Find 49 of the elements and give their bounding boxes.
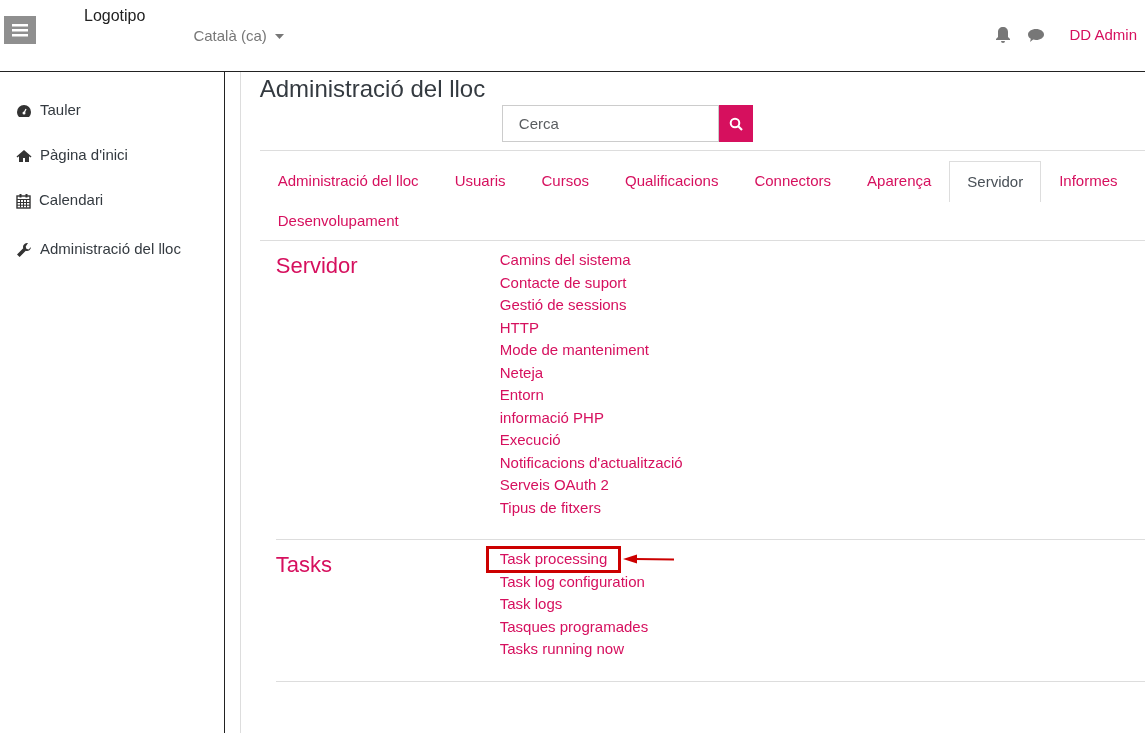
tab[interactable]: Desenvolupament [259, 200, 417, 241]
caret-icon [274, 33, 284, 39]
calendar-icon [16, 192, 31, 209]
sidebar-item[interactable]: Calendari [0, 178, 224, 223]
search-icon [728, 116, 743, 131]
sidebar-item[interactable]: Tauler [0, 88, 224, 133]
tab[interactable]: Cursos [523, 161, 607, 201]
tab[interactable]: Administració del lloc [259, 161, 437, 201]
search-field[interactable]: Cerca [501, 105, 719, 143]
tab[interactable]: Qualificacions [607, 161, 737, 201]
search-button[interactable] [718, 105, 753, 143]
menu-icon [12, 23, 28, 37]
admin-link[interactable]: Tipus de fitxers [499, 496, 601, 520]
admin-link[interactable]: Contacte de suport [499, 271, 627, 295]
page-title: Administració del lloc [259, 76, 487, 102]
logo-text[interactable]: Logotipo [84, 4, 146, 28]
admin-link[interactable]: Task logs [499, 593, 563, 616]
admin-link[interactable]: informació PHP [499, 406, 604, 430]
chat-icon[interactable] [1027, 27, 1046, 44]
home-icon [16, 148, 32, 163]
admin-link[interactable]: Neteja [499, 361, 544, 385]
tab[interactable]: Connectors [736, 161, 850, 201]
admin-link[interactable]: Mode de manteniment [499, 339, 649, 362]
bell-icon[interactable] [995, 26, 1012, 45]
admin-link[interactable]: Serveis OAuth 2 [499, 474, 609, 497]
admin-link[interactable]: Notificacions d'actualització [499, 451, 683, 475]
admin-link[interactable]: Entorn [499, 384, 544, 407]
wrench-icon [16, 241, 32, 258]
admin-link[interactable]: Task log configuration [499, 570, 645, 594]
admin-link[interactable]: Tasks running now [499, 638, 624, 661]
tab[interactable]: Aparença [849, 161, 950, 201]
gauge-icon [16, 103, 32, 118]
user-menu-link[interactable]: DD Admin [1069, 24, 1137, 47]
sidebar-item[interactable]: Pàgina d'inici [0, 133, 224, 178]
tab[interactable]: Informes [1041, 161, 1136, 201]
menu-button[interactable] [4, 16, 36, 44]
admin-link[interactable]: Tasques programades [499, 615, 649, 639]
admin-link[interactable]: Execució [499, 429, 561, 452]
section-title: Tasks [275, 551, 333, 580]
admin-link[interactable]: Task processing [487, 548, 620, 571]
section-title: Servidor [275, 252, 359, 281]
language-dropdown[interactable]: Català (ca) [193, 25, 284, 48]
pointer-arrow [623, 554, 676, 565]
tab[interactable]: Usuaris [436, 161, 524, 201]
admin-link[interactable]: Gestió de sessions [499, 294, 627, 317]
tab[interactable]: Servidor [949, 161, 1042, 202]
sidebar-item[interactable]: Administració del lloc [0, 227, 224, 272]
admin-link[interactable]: HTTP [499, 316, 539, 340]
admin-link[interactable]: Camins del sistema [499, 249, 631, 272]
